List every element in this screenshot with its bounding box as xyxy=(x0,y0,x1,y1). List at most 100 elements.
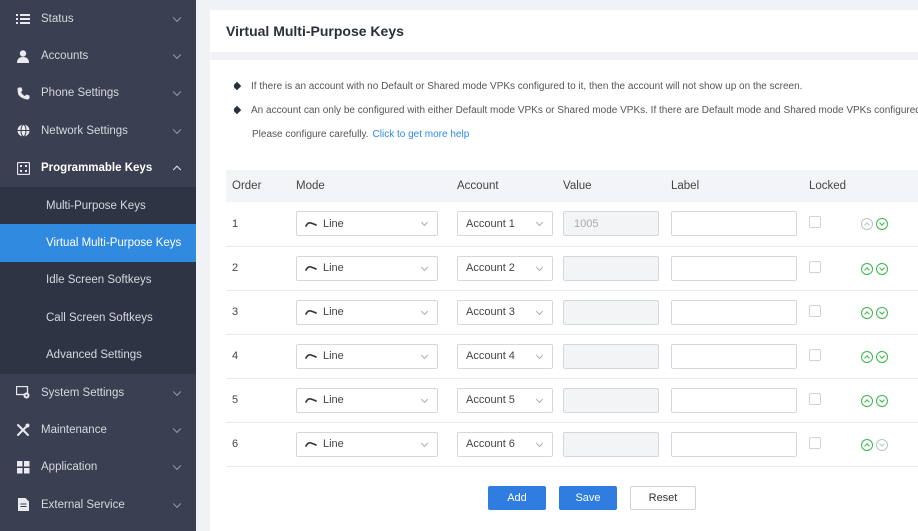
mode-select[interactable]: Line xyxy=(296,255,438,281)
account-select[interactable]: Account 1 xyxy=(457,211,553,237)
notes: If there is an account with no Default o… xyxy=(234,74,918,146)
move-down-icon[interactable] xyxy=(876,218,888,231)
sub-item-virtual-multi-purpose-keys[interactable]: Virtual Multi-Purpose Keys xyxy=(0,224,196,262)
sub-item-advanced-settings[interactable]: Advanced Settings xyxy=(0,336,196,374)
order-actions-cell xyxy=(855,290,918,334)
account-value: Account 4 xyxy=(466,350,515,362)
chevron-down-icon xyxy=(172,88,182,97)
header-locked: Locked xyxy=(809,180,847,192)
account-select[interactable]: Account 2 xyxy=(457,255,553,281)
account-cell: Account 3 xyxy=(451,290,557,334)
note-3-text: Please configure carefully. xyxy=(252,128,369,140)
locked-checkbox[interactable] xyxy=(809,392,821,405)
mode-select[interactable]: Line xyxy=(296,299,438,325)
mode-select[interactable]: Line xyxy=(296,343,438,369)
nav-status[interactable]: Status xyxy=(0,0,196,37)
help-link[interactable]: Click to get more help xyxy=(373,129,470,140)
chevron-up-icon xyxy=(172,165,182,175)
note-3: Please configure carefully. Click to get… xyxy=(234,122,918,146)
note-2: An account can only be configured with e… xyxy=(234,98,918,122)
nav-external-service-label: External Service xyxy=(41,498,125,511)
chevron-down-icon xyxy=(420,219,429,227)
line-icon xyxy=(305,442,317,447)
move-up-icon[interactable] xyxy=(861,306,873,319)
table-row: 1 Line Account 1 1005 xyxy=(226,202,918,246)
move-down-icon[interactable] xyxy=(876,394,888,407)
nav-maintenance[interactable]: Maintenance xyxy=(0,411,196,448)
sub-item-idle-screen-softkeys[interactable]: Idle Screen Softkeys xyxy=(0,261,196,300)
move-down-icon[interactable] xyxy=(876,438,888,451)
account-select[interactable]: Account 5 xyxy=(457,387,553,413)
row-order: 6 xyxy=(232,438,239,450)
mode-cell: Line xyxy=(290,422,451,466)
nav-external-service[interactable]: External Service xyxy=(0,486,196,523)
move-up-icon[interactable] xyxy=(861,394,873,407)
sub-item-multi-purpose-keys[interactable]: Multi-Purpose Keys xyxy=(0,186,196,225)
line-icon xyxy=(305,354,317,359)
save-button[interactable]: Save xyxy=(559,486,617,510)
nav-accounts-label: Accounts xyxy=(41,50,89,63)
move-up-icon[interactable] xyxy=(861,350,873,363)
value-input[interactable]: 1005 xyxy=(563,211,659,237)
chevron-down-icon xyxy=(172,387,182,396)
value-cell xyxy=(557,334,665,378)
locked-checkbox[interactable] xyxy=(809,348,821,361)
value-input[interactable] xyxy=(563,255,659,281)
label-cell xyxy=(665,378,803,422)
chevron-down-icon xyxy=(172,499,182,508)
value-input[interactable] xyxy=(563,431,659,457)
header-account: Account xyxy=(457,180,499,192)
account-select[interactable]: Account 4 xyxy=(457,343,553,369)
order-actions-cell xyxy=(855,334,918,378)
chevron-down-icon xyxy=(535,263,544,271)
account-select[interactable]: Account 6 xyxy=(457,431,553,457)
value-input[interactable] xyxy=(563,299,659,325)
page-title: Virtual Multi-Purpose Keys xyxy=(226,23,404,39)
sub-item-call-screen-softkeys[interactable]: Call Screen Softkeys xyxy=(0,299,196,337)
locked-checkbox[interactable] xyxy=(809,260,821,273)
locked-checkbox[interactable] xyxy=(809,436,821,449)
add-button[interactable]: Add xyxy=(488,486,546,510)
label-input[interactable] xyxy=(671,211,797,237)
nav-application[interactable]: Application xyxy=(0,449,196,486)
label-input[interactable] xyxy=(671,299,797,325)
label-input[interactable] xyxy=(671,387,797,413)
label-input[interactable] xyxy=(671,255,797,281)
nav-system-settings[interactable]: System Settings xyxy=(0,374,196,411)
account-cell: Account 5 xyxy=(451,378,557,422)
account-select[interactable]: Account 3 xyxy=(457,299,553,325)
account-cell: Account 4 xyxy=(451,334,557,378)
chevron-down-icon xyxy=(172,424,182,434)
page-header: Virtual Multi-Purpose Keys xyxy=(210,10,918,52)
account-cell: Account 2 xyxy=(451,246,557,290)
nav-network-settings-label: Network Settings xyxy=(41,124,128,137)
value-input[interactable] xyxy=(563,343,659,369)
move-down-icon[interactable] xyxy=(876,262,888,275)
content-card: If there is an account with no Default o… xyxy=(210,60,918,531)
locked-checkbox[interactable] xyxy=(809,304,821,317)
table-row: 5 Line Account 5 xyxy=(226,378,918,422)
nav-network-settings[interactable]: Network Settings xyxy=(0,112,196,149)
value-input[interactable] xyxy=(563,387,659,413)
label-input[interactable] xyxy=(671,431,797,457)
mode-select[interactable]: Line xyxy=(296,431,438,457)
mode-select[interactable]: Line xyxy=(296,211,438,237)
reset-button[interactable]: Reset xyxy=(630,486,696,510)
label-input[interactable] xyxy=(671,343,797,369)
move-down-icon[interactable] xyxy=(876,306,888,319)
chevron-down-icon xyxy=(172,125,182,134)
header-value: Value xyxy=(563,180,592,192)
move-up-icon[interactable] xyxy=(861,438,873,451)
sidebar: Status Accounts Phone Settings Network S… xyxy=(0,0,196,531)
nav-programmable-keys[interactable]: Programmable Keys xyxy=(0,150,196,187)
mode-select[interactable]: Line xyxy=(296,387,438,413)
order-actions-cell xyxy=(855,246,918,290)
locked-checkbox[interactable] xyxy=(809,216,821,229)
chevron-down-icon xyxy=(172,50,182,60)
nav-phone-settings[interactable]: Phone Settings xyxy=(0,75,196,112)
move-up-icon[interactable] xyxy=(861,218,873,231)
nav-accounts[interactable]: Accounts xyxy=(0,37,196,74)
mode-cell: Line xyxy=(290,334,451,378)
move-down-icon[interactable] xyxy=(876,350,888,363)
move-up-icon[interactable] xyxy=(861,262,873,275)
